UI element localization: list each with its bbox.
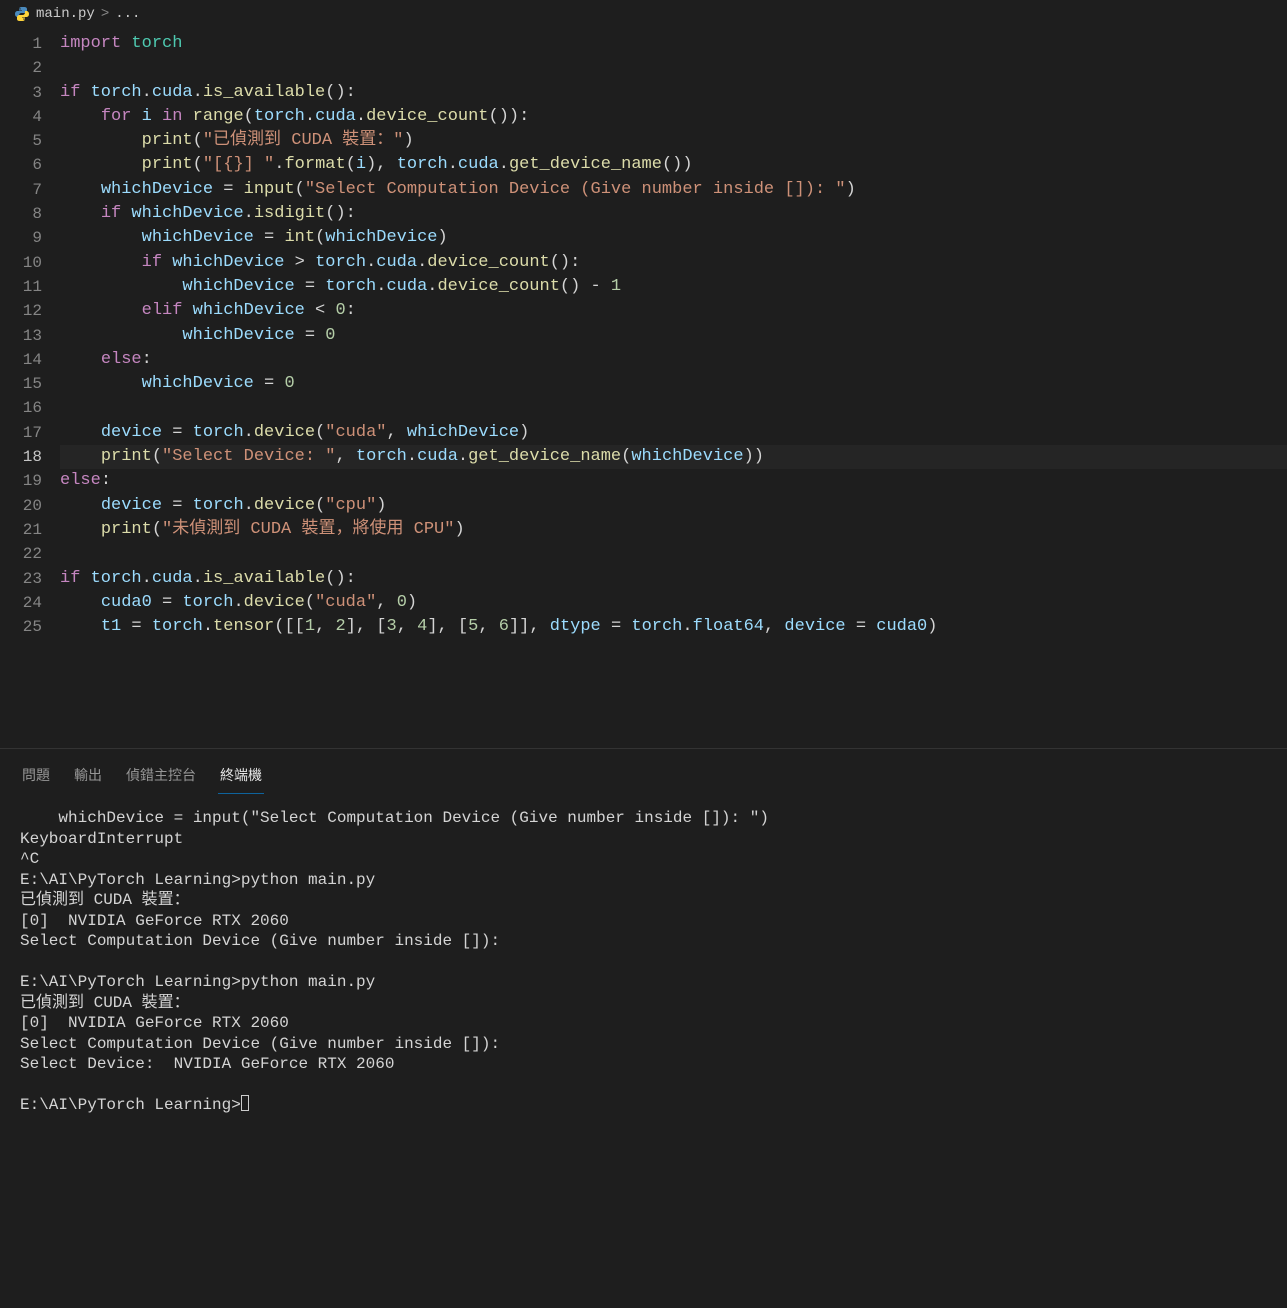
terminal-line: E:\AI\PyTorch Learning> <box>20 1095 1267 1116</box>
breadcrumb-symbol[interactable]: ... <box>115 6 140 22</box>
line-number: 15 <box>0 372 42 396</box>
code-editor[interactable]: 1234567891011121314151617181920212223242… <box>0 28 1287 748</box>
breadcrumb: main.py > ... <box>0 0 1287 28</box>
line-number: 17 <box>0 421 42 445</box>
code-line[interactable]: device = torch.device("cuda", whichDevic… <box>60 421 1287 445</box>
line-number: 24 <box>0 591 42 615</box>
terminal-line: [0] NVIDIA GeForce RTX 2060 <box>20 1013 1267 1034</box>
code-line[interactable]: t1 = torch.tensor([[1, 2], [3, 4], [5, 6… <box>60 615 1287 639</box>
code-line[interactable]: whichDevice = 0 <box>60 372 1287 396</box>
terminal-line <box>20 952 1267 973</box>
code-line[interactable]: for i in range(torch.cuda.device_count()… <box>60 105 1287 129</box>
terminal-line: [0] NVIDIA GeForce RTX 2060 <box>20 911 1267 932</box>
line-number: 13 <box>0 324 42 348</box>
panel-tab-problems[interactable]: 問題 <box>20 761 52 794</box>
panel-tab-output[interactable]: 輸出 <box>72 761 104 794</box>
code-line[interactable]: whichDevice = input("Select Computation … <box>60 178 1287 202</box>
line-number: 16 <box>0 396 42 420</box>
code-line[interactable]: cuda0 = torch.device("cuda", 0) <box>60 591 1287 615</box>
panel-tab-terminal[interactable]: 終端機 <box>218 761 264 794</box>
terminal-line: ^C <box>20 849 1267 870</box>
line-number: 19 <box>0 469 42 493</box>
line-number: 21 <box>0 518 42 542</box>
terminal-line: whichDevice = input("Select Computation … <box>20 808 1267 829</box>
line-number: 20 <box>0 494 42 518</box>
code-line[interactable]: if whichDevice > torch.cuda.device_count… <box>60 251 1287 275</box>
code-line[interactable]: if torch.cuda.is_available(): <box>60 567 1287 591</box>
code-line[interactable]: print("未偵測到 CUDA 裝置，將使用 CPU") <box>60 518 1287 542</box>
panel-tab-debug[interactable]: 偵錯主控台 <box>124 761 198 794</box>
code-line[interactable]: print("[{}] ".format(i), torch.cuda.get_… <box>60 153 1287 177</box>
bottom-panel: 問題輸出偵錯主控台終端機 whichDevice = input("Select… <box>0 748 1287 1124</box>
terminal-line: Select Computation Device (Give number i… <box>20 931 1267 952</box>
line-number: 8 <box>0 202 42 226</box>
terminal-output[interactable]: whichDevice = input("Select Computation … <box>0 794 1287 1124</box>
code-line[interactable] <box>60 396 1287 420</box>
code-line[interactable]: if torch.cuda.is_available(): <box>60 81 1287 105</box>
breadcrumb-file[interactable]: main.py <box>36 6 95 22</box>
terminal-line: Select Device: NVIDIA GeForce RTX 2060 <box>20 1054 1267 1075</box>
python-file-icon <box>14 6 30 22</box>
code-line[interactable]: print("Select Device: ", torch.cuda.get_… <box>60 445 1287 469</box>
panel-tabs: 問題輸出偵錯主控台終端機 <box>0 755 1287 794</box>
terminal-line: 已偵測到 CUDA 裝置： <box>20 993 1267 1014</box>
code-line[interactable]: device = torch.device("cpu") <box>60 494 1287 518</box>
line-number: 9 <box>0 226 42 250</box>
code-line[interactable]: if whichDevice.isdigit(): <box>60 202 1287 226</box>
line-number: 11 <box>0 275 42 299</box>
code-line[interactable]: else: <box>60 348 1287 372</box>
line-number: 1 <box>0 32 42 56</box>
line-number: 2 <box>0 56 42 80</box>
code-line[interactable]: whichDevice = 0 <box>60 324 1287 348</box>
line-number: 4 <box>0 105 42 129</box>
code-line[interactable] <box>60 542 1287 566</box>
line-number: 6 <box>0 153 42 177</box>
code-line[interactable] <box>60 56 1287 80</box>
code-line[interactable]: whichDevice = torch.cuda.device_count() … <box>60 275 1287 299</box>
code-line[interactable]: import torch <box>60 32 1287 56</box>
line-number: 5 <box>0 129 42 153</box>
code-line[interactable]: print("已偵測到 CUDA 裝置：") <box>60 129 1287 153</box>
breadcrumb-separator: > <box>101 6 109 22</box>
code-line[interactable]: else: <box>60 469 1287 493</box>
line-number: 3 <box>0 81 42 105</box>
code-line[interactable]: whichDevice = int(whichDevice) <box>60 226 1287 250</box>
terminal-line: 已偵測到 CUDA 裝置： <box>20 890 1267 911</box>
line-number: 10 <box>0 251 42 275</box>
terminal-cursor <box>241 1095 249 1111</box>
line-number-gutter: 1234567891011121314151617181920212223242… <box>0 28 60 748</box>
line-number: 12 <box>0 299 42 323</box>
line-number: 7 <box>0 178 42 202</box>
line-number: 25 <box>0 615 42 639</box>
terminal-line: KeyboardInterrupt <box>20 829 1267 850</box>
terminal-line: Select Computation Device (Give number i… <box>20 1034 1267 1055</box>
code-line[interactable]: elif whichDevice < 0: <box>60 299 1287 323</box>
terminal-line: E:\AI\PyTorch Learning>python main.py <box>20 870 1267 891</box>
line-number: 14 <box>0 348 42 372</box>
line-number: 18 <box>0 445 42 469</box>
line-number: 22 <box>0 542 42 566</box>
code-area[interactable]: import torch if torch.cuda.is_available()… <box>60 28 1287 748</box>
terminal-line: E:\AI\PyTorch Learning>python main.py <box>20 972 1267 993</box>
terminal-line <box>20 1075 1267 1096</box>
line-number: 23 <box>0 567 42 591</box>
